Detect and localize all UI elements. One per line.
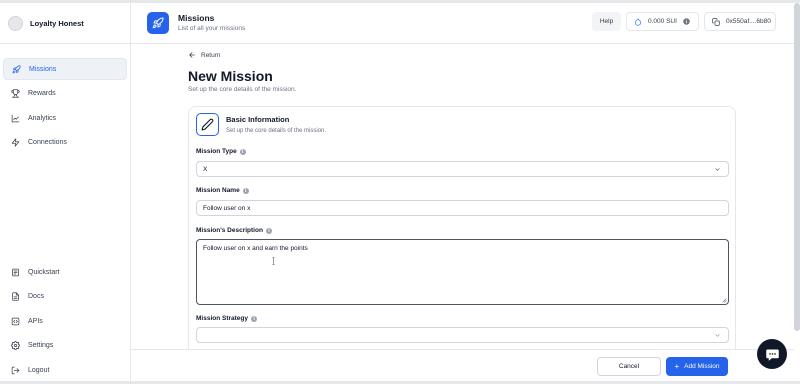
sidebar-item-missions[interactable]: Missions: [3, 58, 127, 80]
form-actions-bar: Cancel + Add Mission: [131, 349, 794, 381]
wallet-address: 0x550af....6b80: [726, 18, 771, 25]
header-title: Missions: [178, 13, 215, 23]
main-content: Return New Mission Set up the core detai…: [131, 44, 794, 356]
logout-icon: [11, 366, 20, 375]
copy-icon: [712, 17, 720, 26]
basic-information-card: Basic Information Set up the core detail…: [188, 106, 736, 356]
sidebar-item-rewards[interactable]: Rewards: [3, 83, 127, 105]
info-icon: i: [251, 315, 258, 322]
page-scrollbar[interactable]: [794, 3, 800, 331]
top-header: Missions List of all your missions Help …: [131, 3, 798, 44]
gear-icon: [11, 341, 20, 350]
mission-type-label-text: Mission Type: [196, 148, 237, 155]
plus-icon: +: [674, 362, 680, 371]
balance-button[interactable]: 0.000 SUI: [626, 12, 699, 31]
chat-support-button[interactable]: [757, 339, 787, 369]
chevron-down-icon: [715, 168, 720, 171]
mission-name-input[interactable]: Follow user on x: [196, 200, 729, 216]
mission-description-textarea[interactable]: Follow user on x and earn the points: [196, 239, 729, 305]
balance-value: 0.000 SUI: [648, 18, 677, 25]
arrow-left-icon: [188, 51, 196, 59]
mission-description-label: Mission's Description i: [196, 227, 272, 234]
page-subtitle: Set up the core details of the mission.: [188, 86, 297, 93]
page-title: New Mission: [188, 68, 273, 84]
sidebar-item-label: Docs: [28, 293, 44, 300]
card-title: Basic Information: [226, 115, 290, 124]
chart-line-icon: [11, 114, 20, 123]
add-mission-label: Add Mission: [684, 363, 720, 370]
plug-icon: [11, 138, 20, 147]
help-button[interactable]: Help: [592, 12, 621, 31]
mission-strategy-label: Mission Strategy i: [196, 315, 258, 322]
mission-description-label-text: Mission's Description: [196, 227, 263, 234]
return-label: Return: [201, 51, 221, 59]
sidebar-item-label: Logout: [28, 366, 50, 374]
sidebar-item-docs[interactable]: Docs: [3, 286, 127, 308]
sidebar-item-quickstart[interactable]: Quickstart: [3, 261, 127, 283]
brand-logo: [8, 15, 23, 31]
rocket-icon: [147, 12, 169, 34]
sidebar-item-label: APIs: [28, 317, 43, 325]
sidebar-item-label: Analytics: [28, 114, 57, 122]
mission-name-label-text: Mission Name: [196, 187, 240, 194]
quickstart-icon: [11, 268, 20, 277]
sidebar-nav-main: Missions Rewards Analytics Connections: [3, 58, 127, 156]
wallet-address-button[interactable]: 0x550af....6b80: [704, 12, 776, 31]
sidebar-item-settings[interactable]: Settings: [3, 335, 127, 357]
doc-icon: [11, 292, 20, 301]
pencil-icon: [196, 113, 219, 136]
rocket-icon: [12, 64, 21, 74]
sidebar-item-label: Missions: [29, 65, 57, 73]
sidebar-item-label: Connections: [28, 139, 67, 146]
mission-type-select[interactable]: X: [196, 161, 729, 177]
chevron-down-icon: [715, 334, 720, 337]
resize-handle-icon[interactable]: [722, 298, 727, 303]
sidebar-item-logout[interactable]: Logout: [3, 359, 127, 381]
mission-name-value: Follow user on x: [203, 204, 251, 212]
info-icon: i: [239, 148, 246, 155]
mission-type-label: Mission Type i: [196, 148, 246, 155]
chat-bubble-icon: [765, 347, 780, 362]
mission-strategy-select[interactable]: [196, 327, 729, 343]
info-icon: i: [265, 227, 272, 234]
cancel-button[interactable]: Cancel: [597, 357, 661, 376]
sidebar-item-apis[interactable]: APIs: [3, 310, 127, 332]
header-subtitle: List of all your missions: [178, 25, 246, 32]
sidebar-item-label: Quickstart: [28, 268, 60, 276]
sui-drop-icon: [634, 18, 642, 26]
add-mission-button[interactable]: + Add Mission: [666, 357, 728, 376]
sidebar-item-label: Rewards: [28, 90, 56, 97]
mission-description-value: Follow user on x and earn the points: [203, 245, 308, 252]
mission-name-label: Mission Name i: [196, 187, 249, 194]
return-link[interactable]: Return: [188, 51, 221, 59]
mission-type-value: X: [203, 165, 208, 173]
sidebar-nav-secondary: Quickstart Docs APIs Settings Logout: [3, 261, 127, 384]
info-icon: [683, 18, 690, 25]
sidebar: Loyalty Honest Missions Rewards Analytic…: [0, 3, 131, 384]
card-subtitle: Set up the core details of the mission.: [226, 128, 327, 134]
sidebar-item-analytics[interactable]: Analytics: [3, 107, 127, 129]
sidebar-item-label: Settings: [28, 342, 54, 349]
text-cursor-icon: [272, 257, 275, 265]
mission-strategy-label-text: Mission Strategy: [196, 315, 249, 322]
sidebar-item-connections[interactable]: Connections: [3, 132, 127, 154]
brand[interactable]: Loyalty Honest: [0, 3, 130, 44]
code-icon: [11, 317, 20, 326]
trophy-icon: [11, 89, 20, 98]
brand-name: Loyalty Honest: [30, 18, 84, 28]
info-icon: i: [242, 187, 249, 194]
